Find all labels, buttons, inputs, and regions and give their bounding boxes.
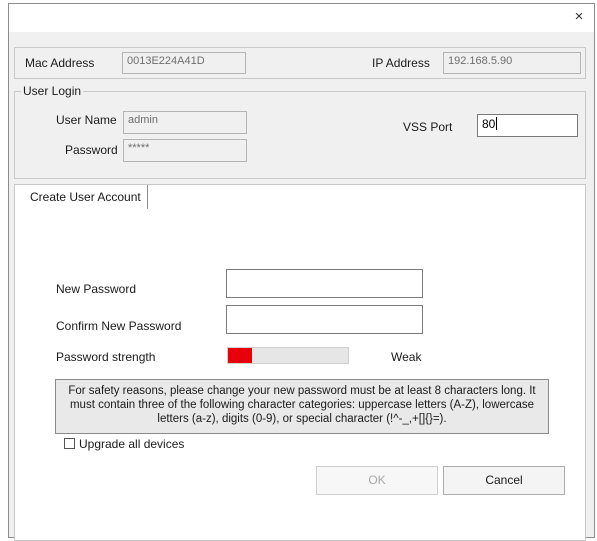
close-icon[interactable]: × xyxy=(570,8,588,26)
mac-address-label: Mac Address xyxy=(25,56,95,70)
password-field: ***** xyxy=(123,139,247,162)
upgrade-all-label[interactable]: Upgrade all devices xyxy=(79,437,184,451)
upgrade-all-checkbox[interactable] xyxy=(64,438,75,449)
title-bar: × xyxy=(9,4,594,32)
ip-address-field: 192.168.5.90 xyxy=(443,52,581,74)
tab-create-user-account[interactable]: Create User Account xyxy=(24,185,148,209)
device-info-panel: Mac Address 0013E224A41D IP Address 192.… xyxy=(14,47,586,79)
password-strength-text: Weak xyxy=(391,350,422,364)
vss-port-input[interactable]: 80 xyxy=(477,114,578,137)
cancel-button[interactable]: Cancel xyxy=(443,466,565,495)
password-requirements-notice: For safety reasons, please change your n… xyxy=(55,379,549,434)
ok-button[interactable]: OK xyxy=(316,466,438,495)
username-field: admin xyxy=(123,111,247,134)
password-strength-meter xyxy=(227,347,349,364)
password-label: Password xyxy=(65,143,118,157)
user-login-legend: User Login xyxy=(21,84,84,98)
ip-address-label: IP Address xyxy=(372,56,430,70)
create-user-dialog: × Mac Address 0013E224A41D IP Address 19… xyxy=(8,3,595,541)
confirm-password-label: Confirm New Password xyxy=(56,319,182,333)
username-label: User Name xyxy=(56,113,117,127)
vss-port-label: VSS Port xyxy=(403,120,453,134)
mac-address-field: 0013E224A41D xyxy=(122,52,246,74)
new-password-label: New Password xyxy=(56,282,137,296)
text-cursor xyxy=(496,117,498,130)
vss-port-value: 80 xyxy=(482,117,496,131)
confirm-password-input[interactable] xyxy=(226,305,423,334)
password-strength-label: Password strength xyxy=(56,350,156,364)
new-password-input[interactable] xyxy=(226,269,423,298)
dialog-body: Mac Address 0013E224A41D IP Address 192.… xyxy=(9,32,594,541)
password-strength-fill xyxy=(228,348,252,363)
user-login-group: User Login User Name admin Password ****… xyxy=(14,84,586,179)
